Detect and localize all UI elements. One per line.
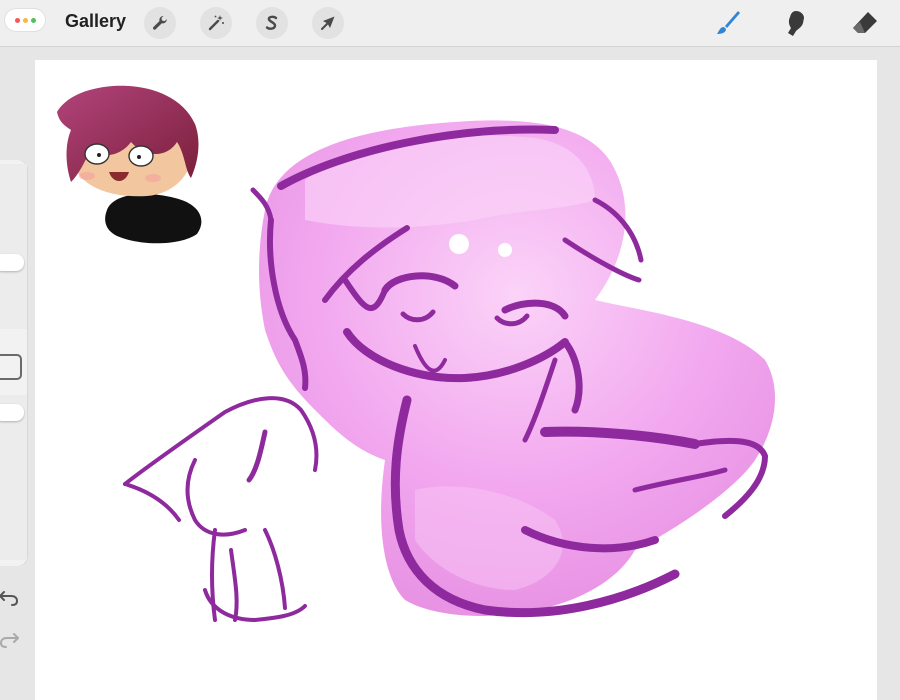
brush-size-thumb[interactable] (0, 254, 24, 271)
selection-s-icon (265, 15, 278, 30)
drawing-canvas[interactable] (35, 60, 877, 700)
reference-chibi (57, 85, 202, 244)
window-dot-zoom[interactable] (30, 17, 36, 23)
adjustments-button[interactable] (200, 7, 232, 39)
arrow-cursor-icon (321, 16, 335, 30)
window-dot-close[interactable] (14, 17, 20, 23)
undo-icon (0, 591, 19, 606)
window-dot-minimize[interactable] (22, 17, 28, 23)
transform-button[interactable] (312, 7, 344, 39)
undo-button[interactable] (0, 586, 22, 610)
smudge-button[interactable] (779, 6, 813, 40)
redo-icon (0, 633, 19, 648)
eraser-button[interactable] (848, 6, 882, 40)
magic-wand-icon (208, 15, 224, 31)
smudge-icon (788, 11, 804, 36)
redo-button[interactable] (0, 628, 22, 652)
gallery-button[interactable]: Gallery (65, 11, 126, 32)
brush-button[interactable] (711, 6, 745, 40)
window-controls[interactable] (5, 9, 45, 31)
wrench-icon (153, 15, 167, 30)
actions-button[interactable] (144, 7, 176, 39)
modify-button[interactable] (0, 354, 22, 380)
selection-button[interactable] (256, 7, 288, 39)
opacity-thumb[interactable] (0, 404, 24, 421)
artwork (57, 85, 776, 622)
brush-size-slider[interactable] (0, 164, 27, 329)
eraser-icon (853, 12, 877, 33)
brush-icon (717, 11, 740, 34)
top-toolbar: Gallery (0, 0, 900, 47)
